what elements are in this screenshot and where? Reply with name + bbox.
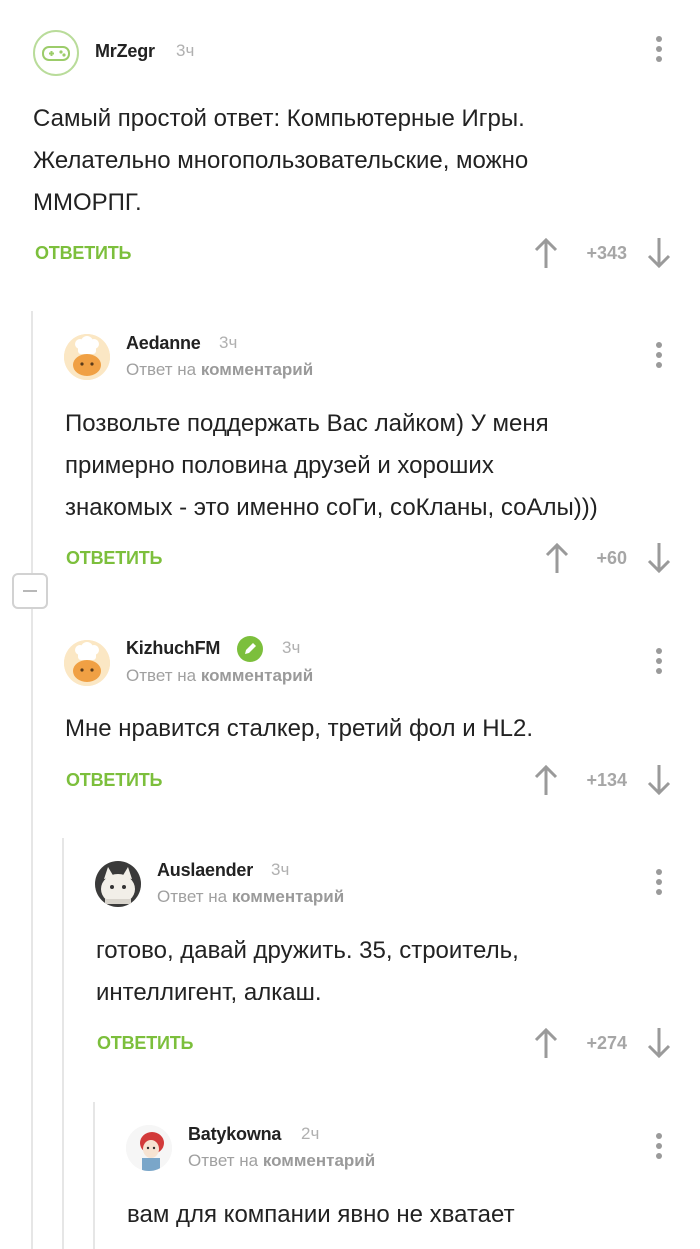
downvote-arrow-icon[interactable]: [646, 763, 672, 797]
pencil-icon: [237, 636, 263, 662]
reply-to-prefix: Ответ на: [126, 666, 197, 685]
username[interactable]: KizhuchFM: [126, 638, 220, 659]
avatar[interactable]: [33, 30, 79, 76]
comment-text-line: готово, давай дружить. 35, строитель,: [96, 937, 519, 964]
minus-icon: [23, 590, 37, 592]
thread-line-level-1: [31, 311, 33, 1249]
comment-text-line: знакомых - это именно соГи, соКланы, соА…: [65, 494, 598, 521]
cat-photo-icon: [95, 861, 141, 907]
reply-to-link[interactable]: комментарий: [232, 887, 344, 906]
upvote-arrow-icon[interactable]: [533, 763, 559, 797]
reply-to-link[interactable]: комментарий: [263, 1151, 375, 1170]
more-options-icon[interactable]: [653, 1133, 665, 1163]
rating-value: +343: [586, 243, 627, 263]
comment-text: готово, давай дружить. 35, строитель, ин…: [96, 930, 519, 1014]
reply-button[interactable]: ОТВЕТИТЬ: [97, 1033, 193, 1054]
more-options-icon[interactable]: [653, 869, 665, 899]
username[interactable]: Batykowna: [188, 1124, 281, 1145]
username[interactable]: MrZegr: [95, 41, 155, 62]
rating-value: +60: [596, 548, 627, 568]
reply-to-info: Ответ на комментарий: [126, 360, 313, 380]
comment-text-line: вам для компании явно не хватает: [127, 1201, 515, 1228]
comment-text-line: интеллигент, алкаш.: [96, 979, 322, 1006]
downvote-arrow-icon[interactable]: [646, 236, 672, 270]
gamepad-icon: [42, 46, 70, 61]
reply-to-prefix: Ответ на: [126, 360, 197, 379]
reply-to-info: Ответ на комментарий: [126, 666, 313, 686]
more-options-icon[interactable]: [653, 342, 665, 372]
reply-to-link[interactable]: комментарий: [201, 360, 313, 379]
upvote-arrow-icon[interactable]: [533, 236, 559, 270]
reply-button[interactable]: ОТВЕТИТЬ: [66, 548, 162, 569]
downvote-arrow-icon[interactable]: [646, 1026, 672, 1060]
girl-drawing-icon: [126, 1125, 172, 1171]
comment-text-line: Мне нравится сталкер, третий фол и HL2.: [65, 715, 533, 742]
avatar[interactable]: [64, 640, 110, 686]
reply-to-prefix: Ответ на: [157, 887, 228, 906]
comment-text: вам для компании явно не хватает: [127, 1194, 515, 1236]
comment-text: Позвольте поддержать Вас лайком) У меня …: [65, 403, 598, 529]
timestamp: 3ч: [176, 41, 195, 60]
more-options-icon[interactable]: [653, 36, 665, 66]
chef-cat-icon: [64, 334, 110, 380]
reply-to-prefix: Ответ на: [188, 1151, 259, 1170]
username[interactable]: Aedanne: [126, 333, 201, 354]
thread-line-level-2: [62, 838, 64, 1249]
comment-text-line: примерно половина друзей и хороших: [65, 452, 494, 479]
avatar[interactable]: [64, 334, 110, 380]
reply-button[interactable]: ОТВЕТИТЬ: [66, 770, 162, 791]
more-options-icon[interactable]: [653, 648, 665, 678]
avatar[interactable]: [126, 1125, 172, 1171]
avatar[interactable]: [95, 861, 141, 907]
comment-text-line: ММОРПГ.: [33, 189, 142, 216]
reply-to-link[interactable]: комментарий: [201, 666, 313, 685]
rating-value: +134: [586, 770, 627, 790]
thread-line-level-3: [93, 1102, 95, 1249]
comment-text-line: Позвольте поддержать Вас лайком) У меня: [65, 410, 549, 437]
timestamp: 3ч: [271, 860, 290, 879]
upvote-arrow-icon[interactable]: [533, 1026, 559, 1060]
comment-text: Мне нравится сталкер, третий фол и HL2.: [65, 708, 533, 750]
timestamp: 3ч: [282, 638, 301, 657]
timestamp: 2ч: [301, 1124, 320, 1143]
chef-cat-icon: [64, 640, 110, 686]
rating-value: +274: [586, 1033, 627, 1053]
timestamp: 3ч: [219, 333, 238, 352]
reply-to-info: Ответ на комментарий: [188, 1151, 375, 1171]
username[interactable]: Auslaender: [157, 860, 253, 881]
comment-text: Самый простой ответ: Компьютерные Игры. …: [33, 98, 528, 224]
comment-text-line: Желательно многопользовательские, можно: [33, 147, 529, 174]
reply-button[interactable]: ОТВЕТИТЬ: [35, 243, 131, 264]
comment-text-line: Самый простой ответ: Компьютерные Игры.: [33, 105, 525, 132]
collapse-thread-button[interactable]: [12, 573, 48, 609]
downvote-arrow-icon[interactable]: [646, 541, 672, 575]
reply-to-info: Ответ на комментарий: [157, 887, 344, 907]
